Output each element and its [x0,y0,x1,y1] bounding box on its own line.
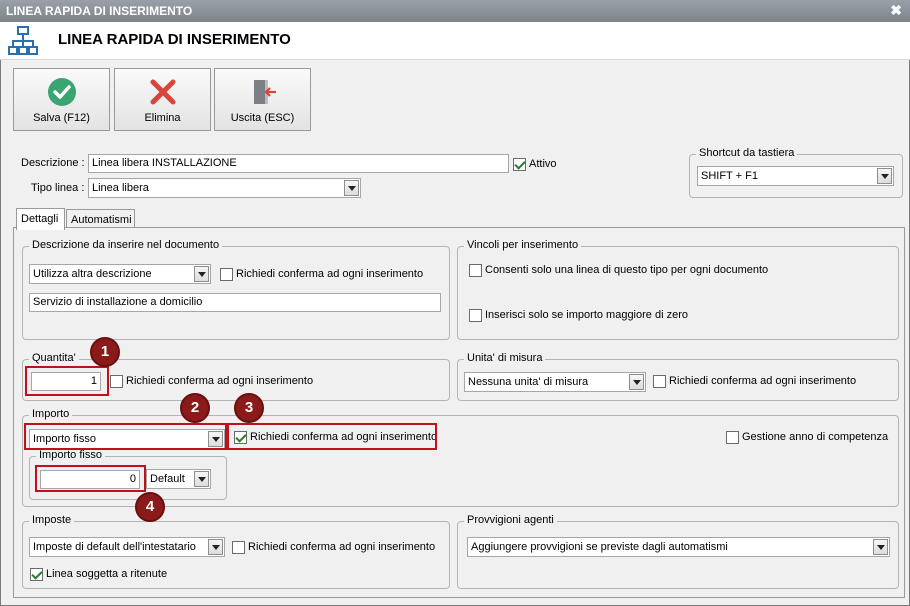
descrizione-field[interactable]: Linea libera INSTALLAZIONE [88,154,509,173]
dialog-body: Salva (F12) Elimina Uscita (ESC) Descriz… [0,60,910,606]
competenza-label: Gestione anno di competenza [742,431,889,443]
vincoli-option2-checkbox[interactable] [469,309,482,322]
exit-door-icon [253,80,276,104]
vincoli-option1-checkbox[interactable] [469,264,482,277]
competenza-checkbox[interactable] [726,431,739,444]
quantita-confirm-label: Richiedi conferma ad ogni inserimento [126,375,314,387]
shortcut-group-label: Shortcut da tastiera [696,147,798,159]
imposte-confirm-label: Richiedi conferma ad ogni inserimento [248,541,436,553]
imposte-group: Imposte Imposte di default dell'intestat… [22,514,450,589]
shortcut-value: SHIFT + F1 [701,170,758,182]
shortcut-group: Shortcut da tastiera SHIFT + F1 [689,147,903,198]
quantita-confirm-checkbox[interactable] [110,375,123,388]
unita-confirm-checkbox[interactable] [653,375,666,388]
tab-panel-dettagli: Descrizione da inserire nel documento Ut… [13,227,905,598]
descrizione-label: Descrizione : [21,157,85,169]
descrizione-doc-text-field[interactable]: Servizio di installazione a domicilio [29,293,441,312]
ritenute-checkbox[interactable] [30,568,43,581]
imposte-select[interactable]: Imposte di default dell'intestatario [29,537,225,557]
chevron-down-icon[interactable] [877,168,892,184]
checkmark-icon [47,78,76,106]
vincoli-group-label: Vincoli per inserimento [464,239,582,251]
unita-group-label: Unita' di misura [464,352,546,364]
delete-button-label: Elimina [144,112,181,124]
tipo-linea-select[interactable]: Linea libera [88,178,361,198]
network-icon [8,26,38,55]
vincoli-option2-label: Inserisci solo se importo maggiore di ze… [485,309,688,321]
importo-fisso-group-label: Importo fisso [36,449,105,461]
provvigioni-group: Provvigioni agenti Aggiungere provvigion… [457,514,899,589]
save-button-label: Salva (F12) [33,112,90,124]
callout-badge-1: 1 [90,337,120,367]
delete-button[interactable]: Elimina [114,68,211,131]
delete-x-icon [150,79,175,105]
page-title: LINEA RAPIDA DI INSERIMENTO [58,31,291,48]
highlight-importo-fisso [35,465,146,492]
importo-fisso-mode-value: Default [150,473,185,485]
tipo-linea-label: Tipo linea : [31,182,85,194]
attivo-checkbox[interactable] [513,158,526,171]
descrizione-doc-select[interactable]: Utilizza altra descrizione [29,264,211,284]
exit-button-label: Uscita (ESC) [230,112,295,124]
descrizione-doc-confirm-checkbox[interactable] [220,268,233,281]
chevron-down-icon[interactable] [629,374,644,390]
imposte-select-value: Imposte di default dell'intestatario [33,541,196,553]
ritenute-label: Linea soggetta a ritenute [46,568,168,580]
imposte-group-label: Imposte [29,514,75,526]
attivo-label: Attivo [529,158,557,170]
provvigioni-group-label: Provvigioni agenti [464,514,557,526]
chevron-down-icon[interactable] [208,539,223,555]
window-title: LINEA RAPIDA DI INSERIMENTO [6,4,193,18]
vincoli-group: Vincoli per inserimento Consenti solo un… [457,239,899,340]
chevron-down-icon[interactable] [873,539,888,555]
unita-select[interactable]: Nessuna unita' di misura [464,372,646,392]
highlight-quantita [25,366,109,396]
descrizione-doc-confirm-label: Richiedi conferma ad ogni inserimento [236,268,424,280]
chevron-down-icon[interactable] [194,471,209,487]
highlight-importo-confirm [227,423,437,450]
unita-select-value: Nessuna unita' di misura [468,376,589,388]
exit-button[interactable]: Uscita (ESC) [214,68,311,131]
provvigioni-select[interactable]: Aggiungere provvigioni se previste dagli… [467,537,890,557]
descrizione-doc-select-value: Utilizza altra descrizione [33,268,152,280]
shortcut-select[interactable]: SHIFT + F1 [697,166,894,186]
dialog-header: LINEA RAPIDA DI INSERIMENTO [0,22,910,60]
unita-confirm-label: Richiedi conferma ad ogni inserimento [669,375,857,387]
descrizione-doc-group: Descrizione da inserire nel documento Ut… [22,239,450,340]
importo-group-label: Importo [29,408,73,420]
vincoli-option1-label: Consenti solo una linea di questo tipo p… [485,264,769,276]
importo-fisso-mode-select[interactable]: Default [146,469,211,489]
tipo-linea-value: Linea libera [92,182,149,194]
callout-badge-2: 2 [180,393,210,423]
descrizione-doc-group-label: Descrizione da inserire nel documento [29,239,223,251]
callout-badge-4: 4 [135,492,165,522]
window-titlebar: LINEA RAPIDA DI INSERIMENTO ✖ [0,0,910,22]
callout-badge-3: 3 [234,393,264,423]
tab-dettagli[interactable]: Dettagli [16,208,65,230]
save-button[interactable]: Salva (F12) [13,68,110,131]
close-icon[interactable]: ✖ [890,2,902,19]
imposte-confirm-checkbox[interactable] [232,541,245,554]
unita-group: Unita' di misura Nessuna unita' di misur… [457,352,899,401]
highlight-importo-select [24,423,227,450]
quantita-group-label: Quantita' [29,352,79,364]
chevron-down-icon[interactable] [194,266,209,282]
chevron-down-icon[interactable] [344,180,359,196]
provvigioni-select-value: Aggiungere provvigioni se previste dagli… [471,541,728,553]
